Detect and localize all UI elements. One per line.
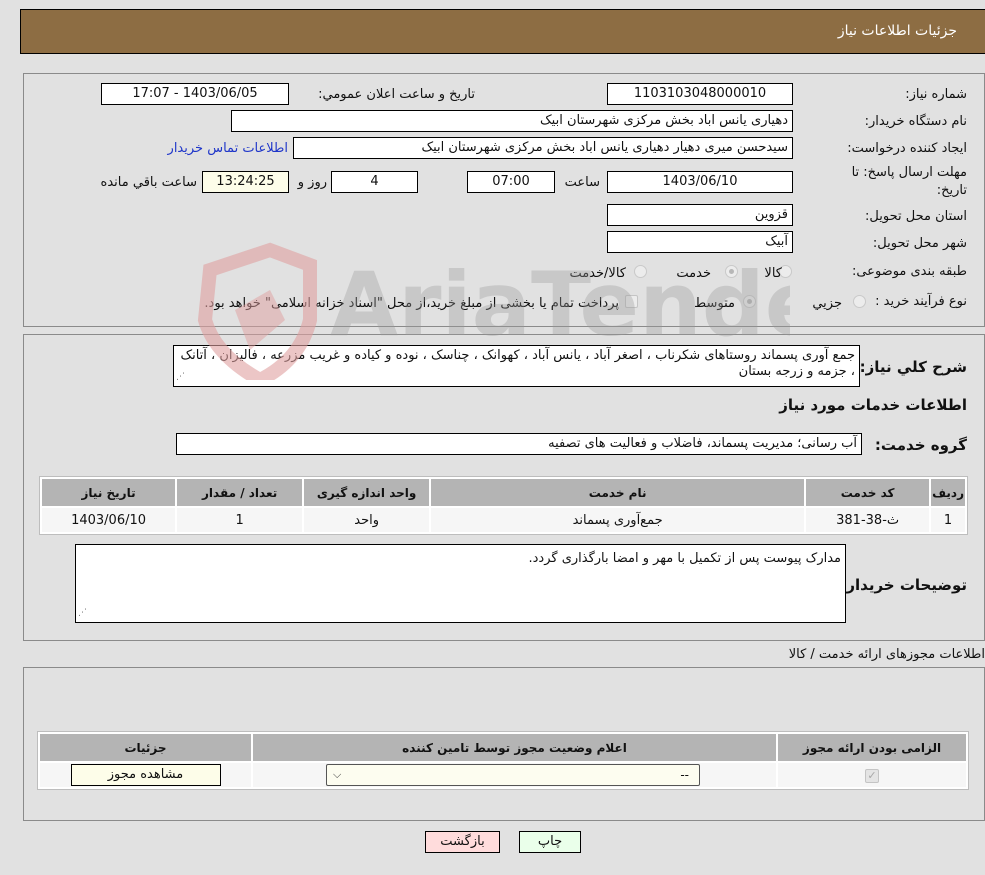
remaining-days-field: 4 xyxy=(331,171,418,193)
requester-field: سیدحسن میری دهیار دهیاری یانس اباد بخش م… xyxy=(293,137,793,159)
required-checkbox: ✓ xyxy=(865,768,879,783)
days-label: روز و xyxy=(297,175,327,190)
permits-table: الزامی بودن ارائه مجوز اعلام وضعيت مجوز … xyxy=(37,731,969,790)
treasury-checkbox[interactable] xyxy=(625,295,638,308)
permit-status-select[interactable]: -- ⌵ xyxy=(326,764,700,786)
cell-service-name: جمع‌آوری پسماند xyxy=(431,508,805,532)
category-option-goods: کالا xyxy=(764,266,782,281)
requester-label: ايجاد کننده درخواست: xyxy=(847,141,967,156)
col-service-code: کد خدمت xyxy=(806,479,930,506)
page-header: جزئیات اطلاعات نیاز xyxy=(20,9,985,54)
buyer-org-label: نام دستگاه خريدار: xyxy=(864,114,967,129)
deadline-label-line1: مهلت ارسال پاسخ: تا xyxy=(851,165,967,180)
col-need-date: تاريخ نياز xyxy=(42,479,176,506)
cell-permit-status: -- ⌵ xyxy=(253,763,776,787)
announce-datetime-field: 1403/06/05 - 17:07 xyxy=(101,83,289,105)
need-number-label: شماره نیاز: xyxy=(905,87,967,102)
chevron-down-icon: ⌵ xyxy=(333,768,342,781)
service-group-label: گروه خدمت: xyxy=(874,436,967,454)
view-permit-button[interactable]: مشاهده مجوز xyxy=(70,764,221,786)
need-number-field: 1103103048000010 xyxy=(607,83,793,105)
description-label: شرح کلي نياز: xyxy=(859,358,967,376)
province-label: استان محل تحويل: xyxy=(865,209,967,224)
category-radio-goods-service[interactable] xyxy=(634,265,647,278)
col-quantity: تعداد / مقدار xyxy=(177,479,303,506)
cell-row-number: 1 xyxy=(931,508,965,532)
col-unit: واحد اندازه گيری xyxy=(304,479,430,506)
purchase-type-label: نوع فرآيند خريد : xyxy=(875,294,967,309)
purchase-radio-medium[interactable] xyxy=(743,295,756,308)
remaining-time-field: 13:24:25 xyxy=(202,171,289,193)
buyer-notes-textarea[interactable]: مدارک پیوست پس از تکمیل با مهر و امضا با… xyxy=(75,544,846,623)
description-text: جمع آوری پسماند روستاهای شکرناب ، اصغر آ… xyxy=(180,348,855,379)
purchase-option-minor: جزيي xyxy=(812,296,842,311)
permits-table-header: الزامی بودن ارائه مجوز اعلام وضعيت مجوز … xyxy=(40,734,966,761)
cell-permit-required: ✓ xyxy=(778,763,966,787)
service-group-field: آب رسانی؛ مدیریت پسماند، فاضلاب و فعالیت… xyxy=(176,433,862,455)
col-permit-details: جزئيات xyxy=(40,734,251,761)
cell-permit-details: مشاهده مجوز xyxy=(40,763,251,787)
col-permit-status: اعلام وضعيت مجوز توسط تامين کننده xyxy=(253,734,776,761)
city-label: شهر محل تحويل: xyxy=(872,236,967,251)
services-section-title: اطلاعات خدمات مورد نياز xyxy=(779,396,967,414)
col-row-number: رديف xyxy=(931,479,965,506)
category-option-goods-service: کالا/خدمت xyxy=(569,266,626,281)
category-label: طبقه بندی موضوعی: xyxy=(851,264,967,279)
resize-grip-icon[interactable]: ⋰ xyxy=(78,605,87,621)
purchase-option-medium: متوسط xyxy=(694,296,735,311)
buyer-contact-link[interactable]: اطلاعات تماس خريدار xyxy=(168,141,288,156)
cell-need-date: 1403/06/10 xyxy=(42,508,176,532)
announce-datetime-label: تاریخ و ساعت اعلان عمومي: xyxy=(318,87,475,102)
deadline-time-field: 07:00 xyxy=(467,171,555,193)
category-radio-service[interactable] xyxy=(725,265,738,278)
col-service-name: نام خدمت xyxy=(431,479,805,506)
services-table: رديف کد خدمت نام خدمت واحد اندازه گيری ت… xyxy=(39,476,968,535)
back-button[interactable]: بازگشت xyxy=(425,831,500,853)
purchase-radio-minor[interactable] xyxy=(853,295,866,308)
province-field: قزوين xyxy=(607,204,793,226)
city-field: آبیک xyxy=(607,231,793,253)
cell-quantity: 1 xyxy=(177,508,303,532)
permit-status-value: -- xyxy=(680,768,689,782)
services-table-header: رديف کد خدمت نام خدمت واحد اندازه گيری ت… xyxy=(42,479,965,506)
cell-unit: واحد xyxy=(304,508,430,532)
deadline-label-line2: تاريخ: xyxy=(936,183,967,198)
category-option-service: خدمت xyxy=(676,266,711,281)
description-textarea[interactable]: جمع آوری پسماند روستاهای شکرناب ، اصغر آ… xyxy=(173,345,860,387)
resize-grip-icon[interactable]: ⋰ xyxy=(176,369,185,385)
table-row: 1 ث-38-381 جمع‌آوری پسماند واحد 1 1403/0… xyxy=(42,508,965,532)
treasury-note: پرداخت تمام يا بخشی از مبلغ خريد،از محل … xyxy=(204,296,619,311)
buyer-notes-text: مدارک پیوست پس از تکمیل با مهر و امضا با… xyxy=(528,551,841,566)
cell-service-code: ث-38-381 xyxy=(806,508,930,532)
deadline-time-label: ساعت xyxy=(564,175,600,190)
buyer-notes-label: توضيحات خريدار: xyxy=(840,576,967,594)
page-title: جزئیات اطلاعات نیاز xyxy=(837,23,957,39)
col-permit-required: الزامی بودن ارائه مجوز xyxy=(778,734,966,761)
remaining-time-label: ساعت باقي مانده xyxy=(100,175,197,190)
print-button[interactable]: چاپ xyxy=(519,831,581,853)
permits-section-title: اطلاعات مجوزهای ارائه خدمت / کالا xyxy=(788,647,985,662)
table-row: ✓ -- ⌵ مشاهده مجوز xyxy=(40,763,966,787)
buyer-org-field: دهیاری یانس اباد بخش مرکزی شهرستان ابیک xyxy=(231,110,793,132)
deadline-date-field: 1403/06/10 xyxy=(607,171,793,193)
